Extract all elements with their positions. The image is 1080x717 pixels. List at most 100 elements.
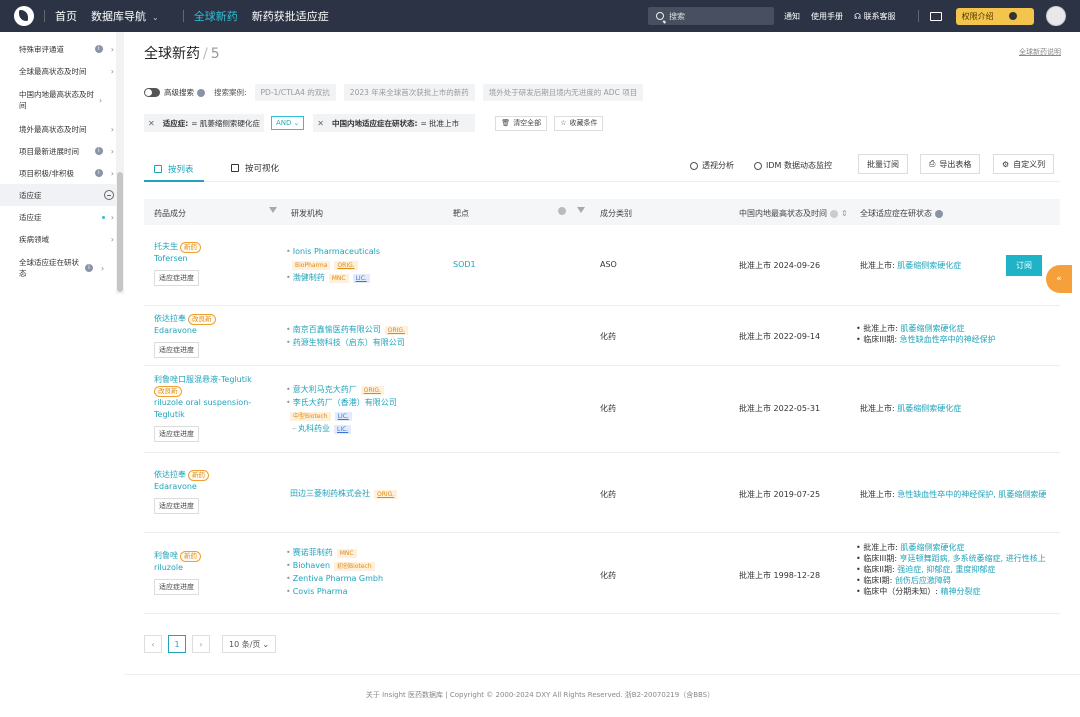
org-item[interactable]: • 南京百鑫愉医药有限公司 ORIG. [286,323,408,336]
drug-name-link[interactable]: 依达拉奉 [154,314,186,323]
avatar[interactable] [1045,6,1066,26]
nav-home[interactable]: 首页 [55,8,77,24]
save-conditions-button[interactable]: ☆ 收藏条件 [554,115,604,131]
sidebar-item-special-review[interactable]: 特殊审评通道 i › [0,38,124,60]
org-tag[interactable]: ORIG. [374,490,398,499]
sidebar-scrollbar[interactable] [116,32,124,294]
advanced-search-toggle[interactable] [144,88,160,97]
org-item[interactable]: • 意大利马克大药厂 ORIG. [286,383,397,396]
status-value-link[interactable]: 急性缺血性卒中的神经保护, 肌萎缩侧索硬 [897,490,1046,499]
org-item[interactable]: • 李氏大药厂（香港）有限公司 [286,396,397,409]
page-size-select[interactable]: 10 条/页 ⌄ [222,635,277,653]
sidebar-item-indication[interactable]: 适应症 › [0,206,124,228]
drug-name-link[interactable]: 依达拉奉 [154,470,186,479]
status-value-link[interactable]: 精神分裂症 [941,587,981,596]
indication-progress-button[interactable]: 适应症进度 [154,342,199,358]
status-value-link[interactable]: 肌萎缩侧索硬化症 [897,404,961,413]
drug-english-name[interactable]: riluzole oral suspension-Teglutik [154,397,269,421]
status-value-link[interactable]: 急性缺血性卒中的神经保护 [900,335,996,344]
support-link[interactable]: ☊ 联系客服 [854,11,907,22]
next-page-button[interactable]: › [192,635,210,653]
example-chip[interactable]: 2023 年来全球首次获批上市的新药 [343,84,475,101]
filter-icon[interactable] [269,207,277,213]
sidebar-item-latest-progress[interactable]: 项目最新进展时间 i › [0,140,124,162]
indication-progress-button[interactable]: 适应症进度 [154,498,199,514]
sidebar-item-active[interactable]: 项目积极/非积极 i › [0,162,124,184]
drug-english-name[interactable]: Edaravone [154,481,209,493]
view-tabs: 按列表 按可视化 透视分析 IDM 数据动态监控 批量订阅 ⎙ 导出表格 ⚙ 自定义… [144,154,1060,182]
description-link[interactable]: 全球新药说明 [1019,47,1061,57]
tab-list[interactable]: 按列表 [144,158,204,182]
org-tag[interactable]: LIC. [334,412,352,421]
example-chip[interactable]: PD-1/CTLA4 的双抗 [254,84,336,101]
export-table-button[interactable]: ⎙ 导出表格 [920,154,981,174]
nav-database[interactable]: 数据库导航 ⌄ [91,8,159,24]
sidebar-item-indication-expanded[interactable]: 适应症 [0,184,124,206]
org-tag[interactable]: ORIG. [360,386,384,395]
logo-icon[interactable] [14,6,34,26]
org-item[interactable]: • Zentiva Pharma Gmbh [286,572,383,585]
logic-operator-select[interactable]: AND ⌄ [271,116,305,130]
nav-global-drugs[interactable]: 全球新药 [194,8,238,24]
nav-approved-indications[interactable]: 新药获批适应症 [252,8,329,24]
close-icon[interactable]: ✕ [317,119,324,128]
close-icon[interactable]: ✕ [148,119,155,128]
expand-panel-button[interactable]: « [1046,265,1072,293]
org-item[interactable]: • 药源生物科技（启东）有限公司 [286,336,408,349]
sidebar-item-global-status[interactable]: 全球最高状态及时间 › [0,60,124,82]
org-tag[interactable]: LIC. [334,425,352,434]
drug-name-link[interactable]: 利鲁唑 [154,551,178,560]
org-tag[interactable]: ORIG. [334,261,358,270]
org-item[interactable]: – 丸科药业 LIC. [286,422,397,435]
org-item[interactable]: • Biohaven 初创Biotech [286,559,383,572]
drug-name-link[interactable]: 托夫生 [154,242,178,251]
batch-subscribe-button[interactable]: 批量订阅 [858,154,908,174]
filter-chip-china-status[interactable]: ✕ 中国内地适应症在研状态: = 批准上市 [313,114,476,132]
idm-monitor-link[interactable]: IDM 数据动态监控 [754,160,832,171]
status-value-link[interactable]: 亨廷顿舞蹈病, 多系统萎缩症, 进行性核上 [900,554,1046,563]
org-tag[interactable]: ORIG. [384,326,408,335]
message-icon[interactable] [929,11,942,21]
settings-icon[interactable] [558,207,566,215]
status-value-link[interactable]: 创伤后应激障碍 [895,576,951,585]
org-item[interactable]: • 渤健制药 MNC LIC. [286,271,380,284]
drug-english-name[interactable]: Edaravone [154,325,216,337]
pivot-analysis-link[interactable]: 透视分析 [690,160,734,171]
sort-icon[interactable]: ⇕ [841,209,848,218]
drug-english-name[interactable]: riluzole [154,562,201,574]
indication-progress-button[interactable]: 适应症进度 [154,426,199,442]
org-tag[interactable]: LIC. [352,274,370,283]
tab-visual[interactable]: 按可视化 [231,158,279,178]
scrollbar-thumb[interactable] [117,172,123,292]
clear-all-button[interactable]: 🗑 清空全部 [495,115,548,131]
manual-link[interactable]: 使用手册 [811,11,843,22]
org-item[interactable]: • Covis Pharma [286,585,383,598]
drug-english-name[interactable]: Tofersen [154,253,201,265]
collapse-icon[interactable] [104,190,114,200]
filter-chip-indication[interactable]: ✕ 适应症: = 肌萎缩侧索硬化症 [144,114,264,132]
org-item[interactable]: 田边三菱制药株式会社 ORIG. [290,487,398,500]
prev-page-button[interactable]: ‹ [144,635,162,653]
target-link[interactable]: SOD1 [453,260,476,269]
org-item[interactable]: • Ionis Pharmaceuticals [286,245,380,258]
sidebar-item-global-indication-status[interactable]: 全球适应症在研状态 i › [0,250,124,286]
filter-icon[interactable] [577,207,585,213]
indication-progress-button[interactable]: 适应症进度 [154,579,199,595]
status-value-link[interactable]: 强迫症, 抑郁症, 重度抑郁症 [897,565,995,574]
custom-columns-button[interactable]: ⚙ 自定义列 [993,154,1055,174]
status-value-link[interactable]: 肌萎缩侧索硬化症 [897,261,961,270]
sidebar-item-overseas-status[interactable]: 境外最高状态及时间 › [0,118,124,140]
drug-name-link[interactable]: 利鲁唑口服混悬液-Teglutik [154,374,269,386]
sidebar-item-disease-area[interactable]: 疾病领域 › [0,228,124,250]
permission-button[interactable]: 权限介绍 [955,7,1034,25]
notification-link[interactable]: 通知 [784,11,800,22]
example-chip[interactable]: 境外处于研发后期且境内无进度的 ADC 项目 [482,84,644,101]
subscribe-button[interactable]: 订阅 [1006,255,1042,276]
sidebar-item-china-status[interactable]: 中国内地最高状态及时间 › [0,82,124,118]
page-number[interactable]: 1 [168,635,186,653]
org-item[interactable]: • 赛诺菲制药 MNC [286,546,383,559]
status-value-link[interactable]: 肌萎缩侧索硬化症 [901,324,965,333]
status-value-link[interactable]: 肌萎缩侧索硬化症 [901,543,965,552]
indication-progress-button[interactable]: 适应症进度 [154,270,199,286]
search-input[interactable]: 搜索 [648,7,774,25]
